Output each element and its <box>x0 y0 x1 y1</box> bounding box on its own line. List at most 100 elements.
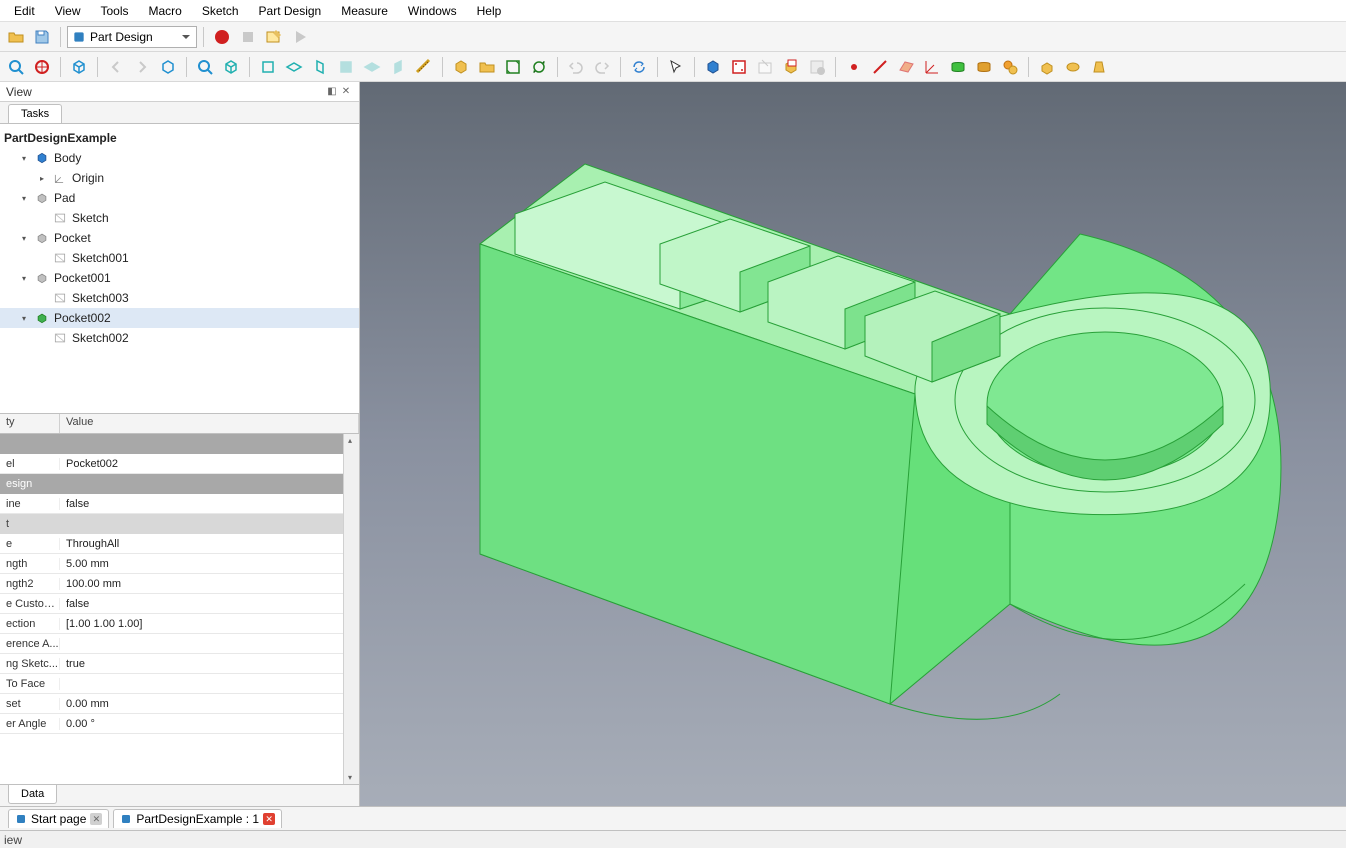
property-row[interactable]: inefalse <box>0 494 359 514</box>
property-value[interactable]: [1.00 1.00 1.00] <box>60 618 359 630</box>
panel-close-icon[interactable]: ✕ <box>339 85 353 99</box>
macro-stop-icon[interactable] <box>236 25 260 49</box>
property-value[interactable]: false <box>60 498 359 510</box>
tree-item-sketch001[interactable]: Sketch001 <box>0 248 359 268</box>
revolution-icon[interactable] <box>1061 55 1085 79</box>
menu-tools[interactable]: Tools <box>90 2 138 20</box>
3d-viewport[interactable] <box>360 82 1346 806</box>
refresh-icon[interactable] <box>627 55 651 79</box>
property-row[interactable]: set0.00 mm <box>0 694 359 714</box>
property-value[interactable]: 0.00 mm <box>60 698 359 710</box>
macro-record-icon[interactable] <box>210 25 234 49</box>
property-row[interactable]: ng Sketc...true <box>0 654 359 674</box>
view-top-icon[interactable] <box>282 55 306 79</box>
tree-item-pad[interactable]: ▾Pad <box>0 188 359 208</box>
clone-icon[interactable] <box>998 55 1022 79</box>
validate-sketch-icon[interactable] <box>805 55 829 79</box>
tab-data[interactable]: Data <box>8 785 57 804</box>
tree-caret-icon[interactable]: ▾ <box>18 192 30 204</box>
tree-item-sketch[interactable]: Sketch <box>0 208 359 228</box>
macro-play-icon[interactable] <box>288 25 312 49</box>
property-row[interactable]: eThroughAll <box>0 534 359 554</box>
property-value[interactable]: ThroughAll <box>60 538 359 550</box>
datum-cs-icon[interactable] <box>920 55 944 79</box>
folder-icon[interactable] <box>475 55 499 79</box>
nav-back-icon[interactable] <box>104 55 128 79</box>
tree-caret-icon[interactable]: ▸ <box>36 172 48 184</box>
property-row[interactable]: ection[1.00 1.00 1.00] <box>0 614 359 634</box>
menu-help[interactable]: Help <box>467 2 512 20</box>
view-left-icon[interactable] <box>386 55 410 79</box>
nav-forward-icon[interactable] <box>130 55 154 79</box>
property-row[interactable]: erence A... <box>0 634 359 654</box>
property-row[interactable]: elPocket002 <box>0 454 359 474</box>
tab-tasks[interactable]: Tasks <box>8 104 62 123</box>
close-icon[interactable]: ✕ <box>263 813 275 825</box>
menu-edit[interactable]: Edit <box>4 2 45 20</box>
property-row[interactable]: ngth2100.00 mm <box>0 574 359 594</box>
link-replace-icon[interactable] <box>527 55 551 79</box>
tree-caret-icon[interactable]: ▾ <box>18 152 30 164</box>
draw-style-icon[interactable] <box>67 55 91 79</box>
map-sketch-icon[interactable] <box>779 55 803 79</box>
tree-caret-icon[interactable]: ▾ <box>18 232 30 244</box>
tree-item-origin[interactable]: ▸Origin <box>0 168 359 188</box>
fit-all-icon[interactable] <box>4 55 28 79</box>
doc-tab[interactable]: PartDesignExample : 1✕ <box>113 809 282 828</box>
property-value[interactable]: 5.00 mm <box>60 558 359 570</box>
tree-caret-icon[interactable]: ▾ <box>18 272 30 284</box>
tree-item-body[interactable]: ▾Body <box>0 148 359 168</box>
menu-windows[interactable]: Windows <box>398 2 467 20</box>
scrollbar[interactable] <box>343 434 359 784</box>
shapebinder-icon[interactable] <box>946 55 970 79</box>
loft-icon[interactable] <box>1087 55 1111 79</box>
tree-item-sketch003[interactable]: Sketch003 <box>0 288 359 308</box>
measure-icon[interactable] <box>412 55 436 79</box>
menu-view[interactable]: View <box>45 2 91 20</box>
property-row[interactable]: e Custom...false <box>0 594 359 614</box>
close-icon[interactable]: ✕ <box>90 813 102 825</box>
tree-item-pocket001[interactable]: ▾Pocket001 <box>0 268 359 288</box>
sub-shapebinder-icon[interactable] <box>972 55 996 79</box>
menu-measure[interactable]: Measure <box>331 2 398 20</box>
new-sketch-icon[interactable] <box>727 55 751 79</box>
open-icon[interactable] <box>4 25 28 49</box>
view-front-icon[interactable] <box>256 55 280 79</box>
property-value[interactable]: true <box>60 658 359 670</box>
macro-edit-icon[interactable] <box>262 25 286 49</box>
pad-icon[interactable] <box>1035 55 1059 79</box>
isometric-view-icon[interactable] <box>219 55 243 79</box>
panel-float-icon[interactable]: ◧ <box>325 85 339 99</box>
nav-link-icon[interactable] <box>156 55 180 79</box>
tree-item-pocket[interactable]: ▾Pocket <box>0 228 359 248</box>
save-icon[interactable] <box>30 25 54 49</box>
fit-selection-icon[interactable] <box>30 55 54 79</box>
property-row[interactable]: To Face <box>0 674 359 694</box>
workbench-selector[interactable]: Part Design <box>67 26 197 48</box>
undo-icon[interactable] <box>564 55 588 79</box>
datum-line-icon[interactable] <box>868 55 892 79</box>
property-row[interactable]: er Angle0.00 ° <box>0 714 359 734</box>
view-rear-icon[interactable] <box>334 55 358 79</box>
edit-sketch-icon[interactable] <box>753 55 777 79</box>
property-value[interactable]: Pocket002 <box>60 458 359 470</box>
property-value[interactable]: false <box>60 598 359 610</box>
tree-caret-icon[interactable]: ▾ <box>18 312 30 324</box>
model-tree[interactable]: PartDesignExample ▾Body▸Origin▾PadSketch… <box>0 124 359 414</box>
body-create-icon[interactable] <box>701 55 725 79</box>
datum-point-icon[interactable] <box>842 55 866 79</box>
view-bottom-icon[interactable] <box>360 55 384 79</box>
property-value[interactable]: 100.00 mm <box>60 578 359 590</box>
property-body[interactable]: elPocket002esigninefalseteThroughAllngth… <box>0 434 359 784</box>
menu-macro[interactable]: Macro <box>139 2 192 20</box>
tree-document[interactable]: PartDesignExample <box>0 128 359 148</box>
property-row[interactable]: ngth5.00 mm <box>0 554 359 574</box>
view-right-icon[interactable] <box>308 55 332 79</box>
datum-plane-icon[interactable] <box>894 55 918 79</box>
part-box-icon[interactable] <box>449 55 473 79</box>
select-icon[interactable] <box>664 55 688 79</box>
doc-tab[interactable]: Start page✕ <box>8 809 109 828</box>
menu-part-design[interactable]: Part Design <box>249 2 332 20</box>
menu-sketch[interactable]: Sketch <box>192 2 249 20</box>
tree-item-pocket002[interactable]: ▾Pocket002 <box>0 308 359 328</box>
